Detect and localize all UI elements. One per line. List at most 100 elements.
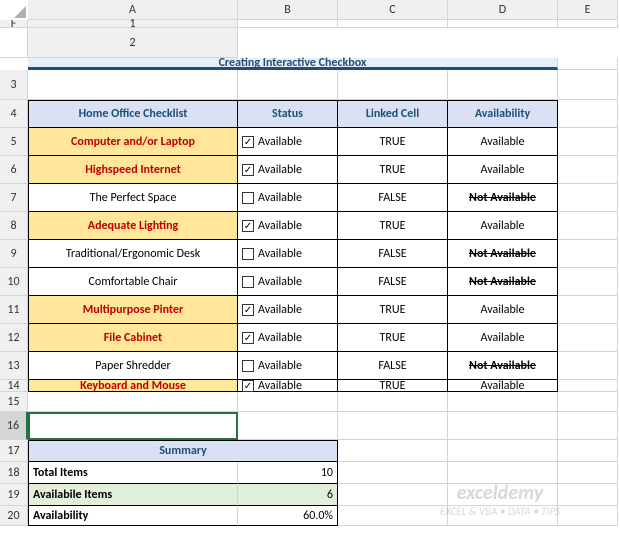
checkbox-icon[interactable] <box>242 276 254 288</box>
cell[interactable] <box>338 70 448 100</box>
row-head-15[interactable]: 15 <box>0 392 28 412</box>
row-head-12[interactable]: 12 <box>0 324 28 352</box>
cell[interactable] <box>338 506 448 526</box>
checkbox-icon[interactable] <box>242 360 254 372</box>
cell[interactable] <box>238 412 338 440</box>
cell[interactable] <box>558 268 618 296</box>
row-head-14[interactable]: 14 <box>0 380 28 392</box>
checklist-item: Multipurpose Pinter <box>28 296 238 324</box>
checkbox-icon[interactable]: ✓ <box>242 164 254 176</box>
checkbox-icon[interactable] <box>242 248 254 260</box>
row-head-7[interactable]: 7 <box>0 184 28 212</box>
cell[interactable] <box>338 412 448 440</box>
cell[interactable] <box>448 20 558 28</box>
linked-cell: FALSE <box>338 184 448 212</box>
row-head-17[interactable]: 17 <box>0 440 28 462</box>
cell[interactable] <box>238 70 338 100</box>
col-head-f[interactable]: F <box>0 20 28 28</box>
cell[interactable] <box>558 462 618 484</box>
cell[interactable] <box>448 484 558 506</box>
select-all-corner[interactable] <box>0 0 28 20</box>
cell[interactable] <box>558 392 618 412</box>
row-head-5[interactable]: 5 <box>0 128 28 156</box>
cell[interactable] <box>448 412 558 440</box>
cell[interactable] <box>558 70 618 100</box>
cell[interactable] <box>338 462 448 484</box>
status-checkbox[interactable]: ✓Available <box>238 324 338 352</box>
checkbox-icon[interactable]: ✓ <box>242 136 254 148</box>
status-checkbox[interactable]: ✓Available <box>238 212 338 240</box>
checklist-item: Paper Shredder <box>28 352 238 380</box>
cell[interactable] <box>558 128 618 156</box>
cell[interactable] <box>558 156 618 184</box>
cell[interactable] <box>558 506 618 526</box>
status-checkbox[interactable]: Available <box>238 240 338 268</box>
cell[interactable] <box>558 296 618 324</box>
cell[interactable] <box>238 20 338 28</box>
availability-cell: Available <box>448 128 558 156</box>
status-checkbox[interactable]: ✓ Available <box>238 296 338 324</box>
row-head-20[interactable]: 20 <box>0 506 28 526</box>
checkbox-label: Available <box>258 303 302 317</box>
checkbox-icon[interactable] <box>242 192 254 204</box>
page-title: Creating Interactive Checkbox <box>28 58 558 70</box>
row-head-13[interactable]: 13 <box>0 352 28 380</box>
cell[interactable] <box>558 240 618 268</box>
status-checkbox[interactable]: ✓Available <box>238 380 338 392</box>
cell[interactable] <box>448 440 558 462</box>
row-head-16[interactable]: 16 <box>0 412 28 440</box>
status-checkbox[interactable]: ✓Available <box>238 156 338 184</box>
checkbox-label: Available <box>258 275 302 289</box>
cell[interactable] <box>448 462 558 484</box>
row-head-2[interactable]: 2 <box>28 28 238 58</box>
status-checkbox[interactable]: ✓Available <box>238 128 338 156</box>
row-head-1[interactable]: 1 <box>28 20 238 28</box>
cell[interactable] <box>558 440 618 462</box>
cell[interactable] <box>0 28 28 58</box>
row-head-6[interactable]: 6 <box>0 156 28 184</box>
cell[interactable] <box>558 58 618 70</box>
row-head-19[interactable]: 19 <box>0 484 28 506</box>
cell[interactable] <box>558 380 618 392</box>
row-head-11[interactable]: 11 <box>0 296 28 324</box>
row-head-10[interactable]: 10 <box>0 268 28 296</box>
row-head-8[interactable]: 8 <box>0 212 28 240</box>
availability-cell: Available <box>448 324 558 352</box>
row-head-3[interactable]: 3 <box>0 70 28 100</box>
row-head-18[interactable]: 18 <box>0 462 28 484</box>
cell[interactable] <box>558 484 618 506</box>
cell[interactable] <box>338 392 448 412</box>
cell[interactable] <box>558 100 618 128</box>
status-checkbox[interactable]: Available <box>238 268 338 296</box>
cell[interactable] <box>558 184 618 212</box>
cell[interactable] <box>338 440 448 462</box>
cell[interactable] <box>28 70 238 100</box>
selected-cell[interactable] <box>28 412 238 440</box>
checkbox-icon[interactable]: ✓ <box>242 220 254 232</box>
cell[interactable] <box>558 20 618 28</box>
checkbox-icon[interactable]: ✓ <box>242 332 254 344</box>
row-head-4[interactable]: 4 <box>0 100 28 128</box>
cell[interactable] <box>28 392 238 412</box>
status-checkbox[interactable]: Available <box>238 352 338 380</box>
col-head-e[interactable]: E <box>558 0 618 20</box>
cell[interactable] <box>558 212 618 240</box>
cell[interactable] <box>448 70 558 100</box>
cell[interactable] <box>238 392 338 412</box>
checkbox-icon[interactable]: ✓ <box>242 304 254 316</box>
cell[interactable] <box>448 506 558 526</box>
col-head-d[interactable]: D <box>448 0 558 20</box>
cell[interactable] <box>558 412 618 440</box>
checklist-item: Computer and/or Laptop <box>28 128 238 156</box>
linked-cell: FALSE <box>338 352 448 380</box>
cell[interactable] <box>338 484 448 506</box>
row-head-9[interactable]: 9 <box>0 240 28 268</box>
cell[interactable] <box>558 352 618 380</box>
checkbox-icon[interactable]: ✓ <box>242 380 254 392</box>
cell[interactable] <box>338 20 448 28</box>
col-head-b[interactable]: B <box>238 0 338 20</box>
cell[interactable] <box>558 324 618 352</box>
cell[interactable] <box>448 392 558 412</box>
status-checkbox[interactable]: Available <box>238 184 338 212</box>
col-head-c[interactable]: C <box>338 0 448 20</box>
